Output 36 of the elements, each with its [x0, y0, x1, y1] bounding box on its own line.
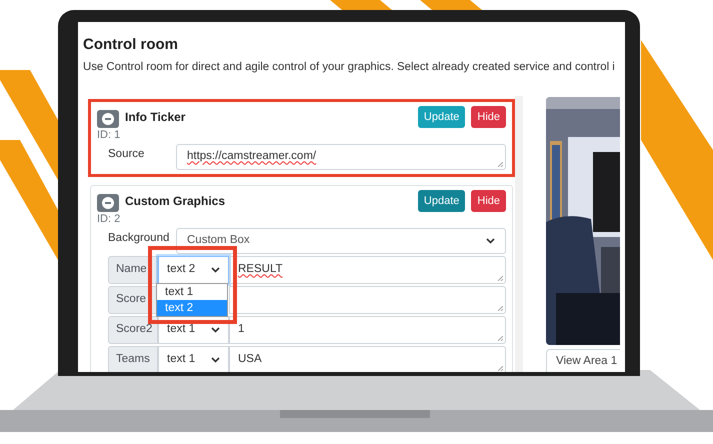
- service-title: Custom Graphics: [125, 193, 226, 210]
- view-area-button[interactable]: View Area 1: [546, 349, 620, 372]
- update-button[interactable]: Update: [418, 190, 466, 212]
- select-field[interactable]: Custom Box: [176, 228, 506, 254]
- chevron-icon: [211, 267, 220, 273]
- resize-grip-icon: [498, 162, 503, 167]
- select-field[interactable]: text 1: [158, 346, 229, 372]
- resize-grip-icon: [498, 276, 503, 281]
- input-label: Score2: [108, 316, 158, 344]
- scrollbar[interactable]: [515, 96, 523, 372]
- hide-button[interactable]: Hide: [471, 106, 506, 128]
- text-field[interactable]: USA: [229, 346, 506, 372]
- page-title: Control room: [83, 36, 179, 54]
- field-label: Background: [108, 231, 170, 246]
- chevron-icon: [211, 357, 220, 363]
- collapse-icon[interactable]: [97, 110, 119, 128]
- dropdown-option[interactable]: text 1: [157, 284, 227, 300]
- text-field[interactable]: RESULT: [229, 256, 506, 284]
- page-description: Use Control room for direct and agile control of your graphics. Select already created service and control i: [83, 60, 616, 74]
- input-label: Name: [108, 256, 158, 284]
- service-id: ID: 2: [97, 212, 122, 226]
- text-field[interactable]: [229, 286, 506, 314]
- field-label: Source: [108, 147, 146, 162]
- service-id: ID: 1: [97, 128, 122, 142]
- select-field[interactable]: text 1: [158, 316, 229, 344]
- resize-grip-icon: [498, 366, 503, 371]
- chevron-icon: [486, 238, 495, 244]
- chevron-icon: [211, 327, 220, 333]
- resize-grip-icon: [498, 336, 503, 341]
- text-field[interactable]: https://camstreamer.com/: [176, 144, 506, 170]
- collapse-icon[interactable]: [97, 194, 119, 212]
- input-label: Teams: [108, 346, 158, 372]
- hide-button[interactable]: Hide: [471, 190, 506, 212]
- text-field[interactable]: 1: [229, 316, 506, 344]
- resize-grip-icon: [498, 306, 503, 311]
- service-title: Info Ticker: [125, 109, 186, 126]
